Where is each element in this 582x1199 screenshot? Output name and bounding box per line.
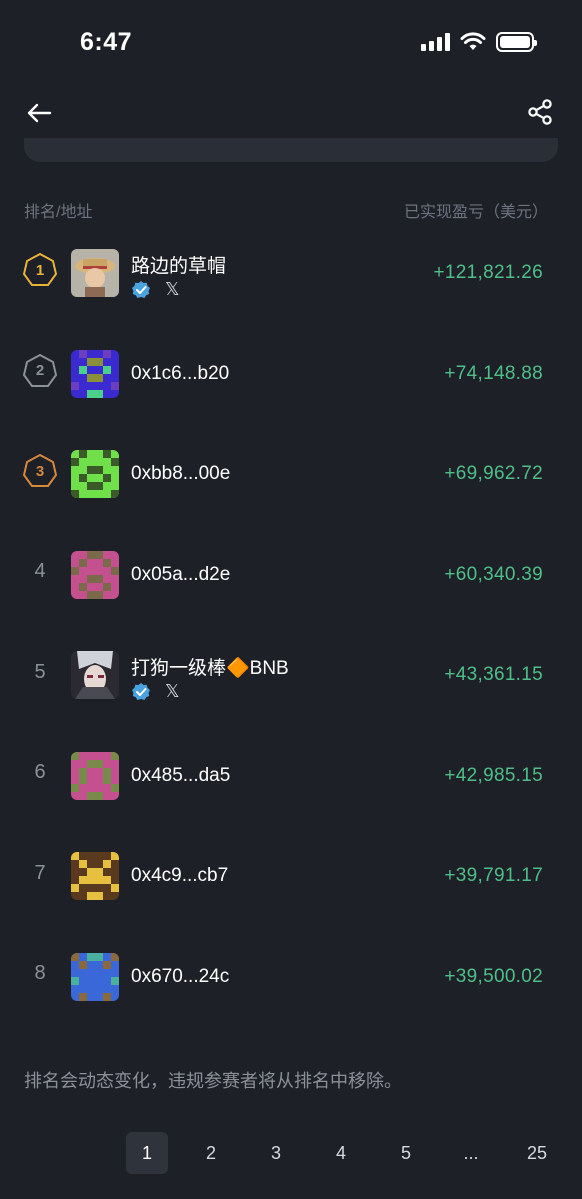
rank-number: 3 <box>35 462 45 480</box>
leaderboard-row[interactable]: 2 0x1c6...b20 +74,148.88 <box>0 321 582 422</box>
leaderboard-list: 1 路边的草帽 𝕏 +121,821.26 2 0x1c6...b20 +74,… <box>0 220 582 1024</box>
page-ellipsis: ... <box>463 1142 479 1163</box>
share-icon <box>528 99 552 125</box>
realized-pnl: +42,985.15 <box>444 764 543 786</box>
avatar <box>71 952 119 1001</box>
user-name[interactable]: 路边的草帽 <box>131 251 226 278</box>
top-nav <box>0 90 582 134</box>
back-arrow-icon <box>27 103 52 123</box>
user-badges: 𝕏 <box>131 681 180 702</box>
realized-pnl: +74,148.88 <box>444 362 543 384</box>
page-4-button[interactable]: 4 <box>320 1132 362 1174</box>
realized-pnl: +69,962.72 <box>444 463 543 484</box>
user-name[interactable]: 打狗一级棒🔶BNB <box>131 653 289 680</box>
leaderboard-row[interactable]: 8 0x670...24c +39,500.02 <box>0 924 582 1025</box>
rank-number: 1 <box>35 261 45 279</box>
rank-medal-gold: 1 <box>22 252 58 288</box>
avatar <box>71 751 119 800</box>
leaderboard-row[interactable]: 7 0x4c9...cb7 +39,791.17 <box>0 823 582 924</box>
summary-card-bottom <box>24 138 558 162</box>
share-button[interactable] <box>524 96 556 128</box>
page-2-button[interactable]: 2 <box>190 1132 232 1174</box>
page-5-button[interactable]: 5 <box>385 1132 427 1174</box>
wallet-address[interactable]: 0x4c9...cb7 <box>131 865 228 887</box>
avatar <box>71 550 119 599</box>
x-twitter-icon[interactable]: 𝕏 <box>165 279 180 300</box>
rank-number: 4 <box>34 560 46 582</box>
table-header: 排名/地址 已实现盈亏（美元） <box>24 198 548 222</box>
leaderboard-row[interactable]: 6 0x485...da5 +42,985.15 <box>0 723 582 824</box>
verified-badge-icon <box>132 682 150 700</box>
rank-number: 6 <box>34 761 46 783</box>
status-time: 6:47 <box>80 28 133 56</box>
header-realized-pnl: 已实现盈亏（美元） <box>403 204 548 221</box>
wallet-address[interactable]: 0x05a...d2e <box>131 564 230 586</box>
wifi-icon <box>460 32 486 50</box>
leaderboard-row[interactable]: 1 路边的草帽 𝕏 +121,821.26 <box>0 220 582 321</box>
wallet-address[interactable]: 0xbb8...00e <box>131 463 230 485</box>
page-3-button[interactable]: 3 <box>255 1132 297 1174</box>
header-rank-address: 排名/地址 <box>24 204 93 221</box>
rank-number: 7 <box>34 861 46 884</box>
realized-pnl: +121,821.26 <box>433 262 543 283</box>
user-badges: 𝕏 <box>131 279 180 300</box>
rank-number: 8 <box>34 962 46 984</box>
avatar <box>71 852 119 900</box>
cellular-signal-icon <box>421 33 450 51</box>
avatar <box>71 349 119 398</box>
realized-pnl: +39,500.02 <box>444 965 543 987</box>
realized-pnl: +39,791.17 <box>444 865 543 886</box>
page-25-button[interactable]: 25 <box>516 1132 558 1174</box>
status-icons <box>421 32 537 52</box>
leaderboard-row[interactable]: 5 打狗一级棒🔶BNB 𝕏 +43,361.15 <box>0 622 582 723</box>
battery-icon <box>496 32 537 52</box>
rank-medal-bronze: 3 <box>22 453 58 489</box>
wallet-address[interactable]: 0x1c6...b20 <box>131 363 229 385</box>
status-bar: 6:47 <box>0 0 582 90</box>
wallet-address[interactable]: 0x485...da5 <box>131 765 230 787</box>
avatar <box>71 249 119 297</box>
back-button[interactable] <box>22 96 56 130</box>
wallet-address[interactable]: 0x670...24c <box>131 966 229 988</box>
page-1-button[interactable]: 1 <box>126 1132 168 1174</box>
realized-pnl: +43,361.15 <box>444 664 543 685</box>
realized-pnl: +60,340.39 <box>444 563 543 585</box>
leaderboard-row[interactable]: 3 0xbb8...00e +69,962.72 <box>0 421 582 522</box>
verified-badge-icon <box>132 280 150 298</box>
ranking-disclaimer: 排名会动态变化，违规参赛者将从排名中移除。 <box>24 1071 402 1091</box>
pagination: 1 2 3 4 5 ... 25 <box>0 1132 582 1174</box>
avatar <box>71 651 119 699</box>
rank-number: 2 <box>35 362 45 379</box>
leaderboard-row[interactable]: 4 0x05a...d2e +60,340.39 <box>0 522 582 623</box>
rank-medal-silver: 2 <box>22 353 58 389</box>
avatar <box>71 450 119 498</box>
x-twitter-icon[interactable]: 𝕏 <box>165 681 180 702</box>
rank-number: 5 <box>34 660 46 683</box>
